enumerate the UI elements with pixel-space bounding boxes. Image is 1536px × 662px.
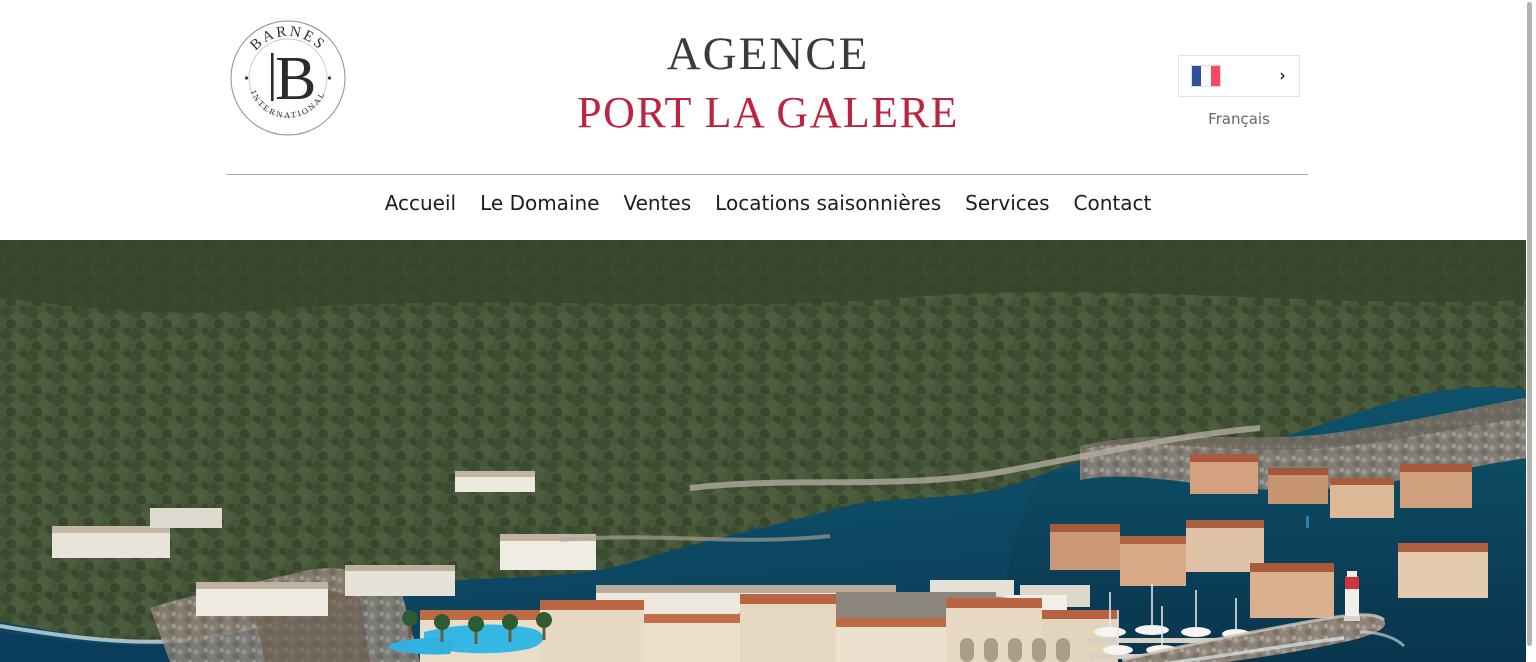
page-scrollbar-thumb[interactable] <box>1527 2 1532 646</box>
nav-item-le-domaine[interactable]: Le Domaine <box>468 188 611 218</box>
chevron-right-icon: › <box>1279 65 1286 86</box>
nav-item-ventes[interactable]: Ventes <box>611 188 703 218</box>
header-top-bar: BARNES INTERNATIONAL B AGENCE PORT LA GA… <box>0 0 1526 175</box>
lighthouse-icon <box>1344 571 1360 621</box>
nav-item-locations-saisonnieres[interactable]: Locations saisonnières <box>703 188 953 218</box>
aerial-view-illustration <box>0 240 1526 662</box>
language-selector-button[interactable]: › <box>1178 55 1300 97</box>
france-flag-icon <box>1191 65 1221 87</box>
nav-item-accueil[interactable]: Accueil <box>373 188 468 218</box>
page-root: BARNES INTERNATIONAL B AGENCE PORT LA GA… <box>0 0 1536 662</box>
header-divider <box>227 174 1308 175</box>
barnes-logo[interactable]: BARNES INTERNATIONAL B <box>228 18 348 138</box>
nav-item-contact[interactable]: Contact <box>1062 188 1164 218</box>
nav-item-services[interactable]: Services <box>953 188 1061 218</box>
barnes-seal-icon: BARNES INTERNATIONAL B <box>230 20 346 136</box>
language-selector-label: Français <box>1208 110 1270 128</box>
svg-text:B: B <box>275 45 316 113</box>
site-header: BARNES INTERNATIONAL B AGENCE PORT LA GA… <box>0 0 1526 240</box>
hero-image <box>0 240 1526 662</box>
page-scrollbar[interactable] <box>1526 0 1536 662</box>
main-navigation: Accueil Le Domaine Ventes Locations sais… <box>0 188 1536 218</box>
language-selector[interactable]: › Français <box>1178 55 1300 128</box>
